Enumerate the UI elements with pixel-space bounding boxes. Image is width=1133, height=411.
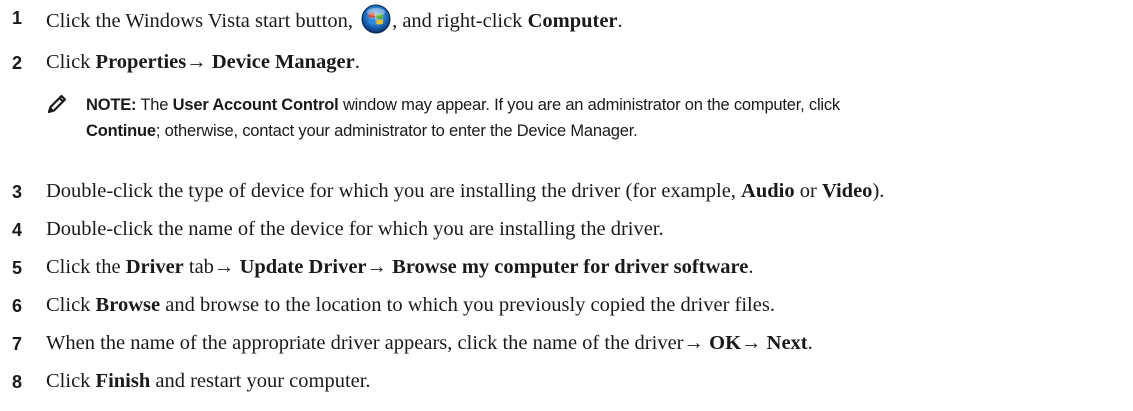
note-line-1: NOTE: The User Account Control window ma… <box>86 96 840 114</box>
step-text: Double-click the name of the device for … <box>46 218 664 240</box>
windows-vista-start-icon <box>361 4 391 34</box>
step-number: 8 <box>12 372 23 392</box>
step-number: 2 <box>12 53 23 73</box>
step-text: Click the Driver tab→ Update Driver→ Bro… <box>46 256 754 278</box>
note-label: NOTE: <box>86 96 137 114</box>
note-line-2: Continue; otherwise, contact your admini… <box>86 122 638 140</box>
step-text: Click Finish and restart your computer. <box>46 370 371 392</box>
step-number: 7 <box>12 334 23 354</box>
step-number: 1 <box>12 8 23 28</box>
note-text: NOTE: The User Account Control window ma… <box>86 92 840 144</box>
step-text: Click Browse and browse to the location … <box>46 294 775 316</box>
pencil-note-icon <box>47 94 67 114</box>
step-number: 4 <box>12 220 23 240</box>
step-text: Click the Windows Vista start button, , … <box>46 4 623 34</box>
step-number: 6 <box>12 296 23 316</box>
step-number: 5 <box>12 258 23 278</box>
step-number: 3 <box>12 182 23 202</box>
step-text: Double-click the type of device for whic… <box>46 180 885 202</box>
step-text: Click Properties→ Device Manager. <box>46 51 360 73</box>
step-text: When the name of the appropriate driver … <box>46 332 813 354</box>
